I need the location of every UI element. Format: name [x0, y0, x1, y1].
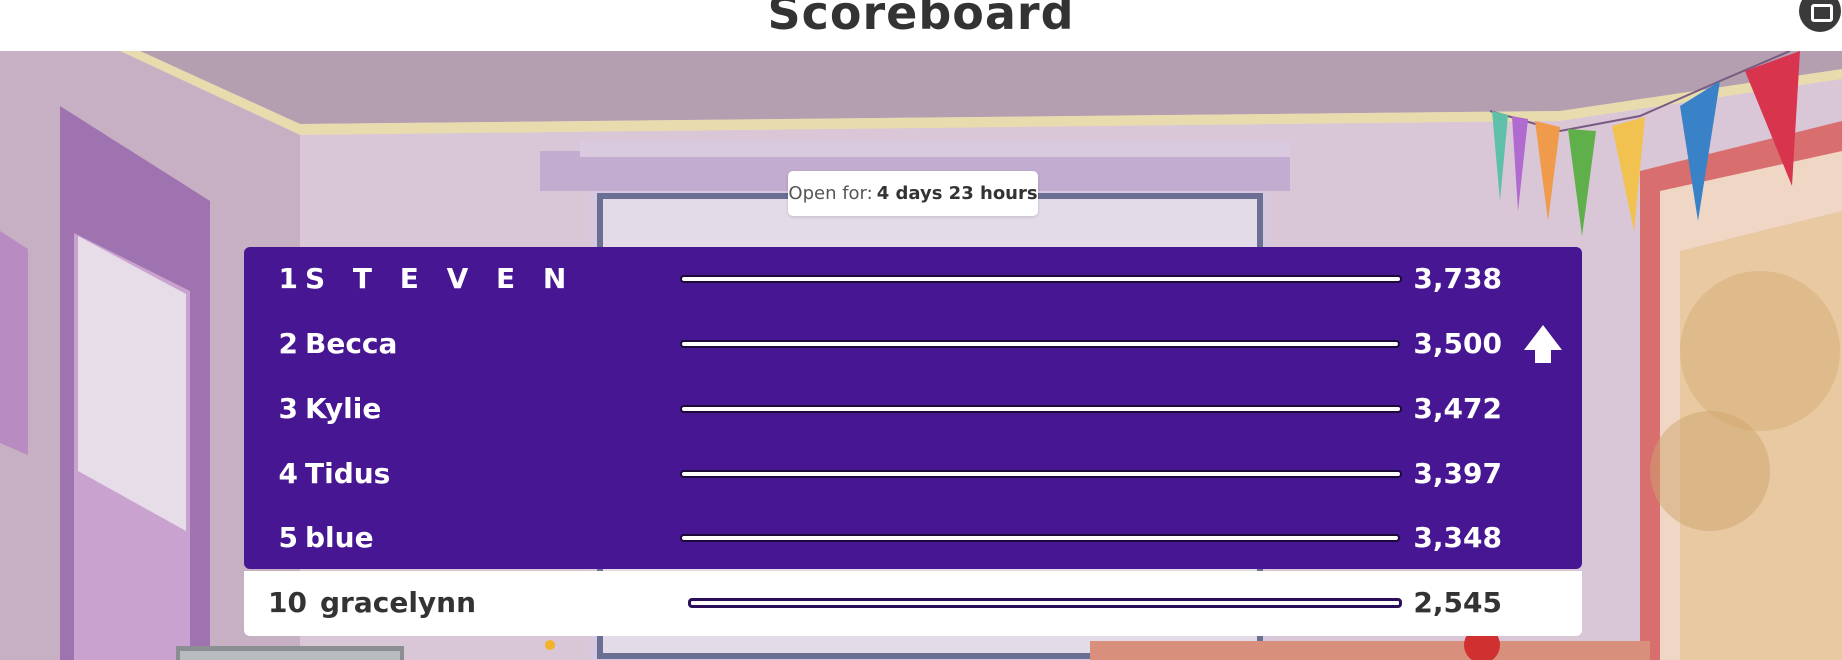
rank-number: 10 [268, 586, 307, 619]
open-for-value: 4 days 23 hours [876, 183, 1038, 204]
rank-number: 4 [278, 457, 298, 490]
player-name: Kylie [305, 392, 382, 425]
player-name: blue [305, 521, 374, 554]
player-score: 3,472 [1413, 392, 1502, 425]
score-bar [680, 534, 1400, 542]
score-bar [680, 275, 1402, 283]
player-name: Becca [305, 327, 398, 360]
leaderboard-row: 3 Kylie 3,472 [244, 377, 1582, 441]
rank-number: 3 [278, 392, 298, 425]
player-name: gracelynn [320, 586, 477, 619]
score-bar [688, 598, 1402, 608]
arrow-up-icon [1524, 325, 1562, 363]
score-bar [680, 470, 1402, 478]
player-score: 3,397 [1413, 457, 1502, 490]
rank-number: 5 [278, 521, 298, 554]
current-player-row: 10 gracelynn 2,545 [244, 571, 1582, 636]
player-score: 3,500 [1413, 327, 1502, 360]
open-for-label: Open for: [788, 183, 873, 204]
leaderboard: 1 S T E V E N 3,738 2 Becca 3,500 3 Kyli… [244, 247, 1582, 636]
leaderboard-row: 1 S T E V E N 3,738 [244, 247, 1582, 311]
leaderboard-row: 5 blue 3,348 [244, 506, 1582, 570]
player-name: Tidus [305, 457, 391, 490]
rank-number: 1 [278, 262, 298, 295]
open-for-badge: Open for: 4 days 23 hours [788, 171, 1038, 216]
leaderboard-row: 4 Tidus 3,397 [244, 442, 1582, 506]
score-bar [680, 405, 1402, 413]
leaderboard-row: 2 Becca 3,500 [244, 312, 1582, 376]
player-score: 3,348 [1413, 521, 1502, 554]
player-name: S T E V E N [305, 262, 576, 295]
header-bar: Scoreboard [0, 0, 1842, 51]
rank-number: 2 [278, 327, 298, 360]
player-score: 3,738 [1413, 262, 1502, 295]
page-title: Scoreboard [767, 0, 1075, 40]
score-bar [680, 340, 1400, 348]
player-score: 2,545 [1413, 586, 1502, 619]
